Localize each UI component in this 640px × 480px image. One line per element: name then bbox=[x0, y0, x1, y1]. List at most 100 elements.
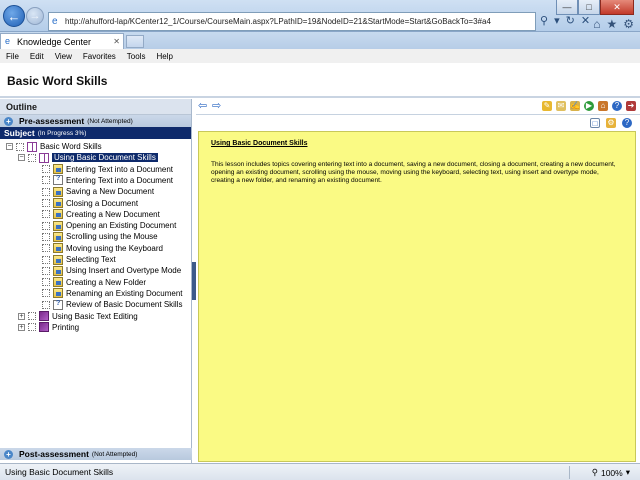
pre-assessment-row[interactable]: + Pre-assessment (Not Attempted) bbox=[0, 115, 191, 127]
pre-assessment-status: (Not Attempted) bbox=[87, 117, 133, 125]
tree-item[interactable]: − Basic Word Skills bbox=[6, 141, 102, 152]
progress-checkbox bbox=[42, 199, 50, 207]
topic-icon bbox=[53, 198, 63, 208]
menu-file[interactable]: File bbox=[6, 52, 19, 61]
exit-icon[interactable]: ➜ bbox=[626, 101, 636, 111]
zoom-icon: ⚲ bbox=[591, 467, 598, 477]
tree-item-label: Entering Text into a Document bbox=[66, 164, 174, 174]
tree-item[interactable]: Entering Text into a Document bbox=[32, 175, 173, 186]
forward-button[interactable]: → bbox=[26, 7, 44, 25]
tree-item[interactable]: Renaming an Existing Document bbox=[32, 288, 183, 299]
book-icon bbox=[39, 311, 49, 321]
lesson-body: This lesson includes topics covering ent… bbox=[211, 161, 616, 184]
go-icon[interactable]: ▶ bbox=[584, 101, 594, 111]
subject-row[interactable]: Subject (In Progress 3%) bbox=[0, 127, 191, 139]
post-assessment-row[interactable]: + Post-assessment (Not Attempted) bbox=[0, 448, 192, 460]
tree-item[interactable]: Creating a New Document bbox=[32, 209, 160, 220]
content-panel: ⇦ ⇨ ✎ ✉ ✍ ▶ ⌂ ? ➜ □ ⚙ ? Using Basic Docu… bbox=[196, 99, 640, 463]
maximize-button[interactable]: □ bbox=[578, 0, 600, 15]
gear-icon[interactable]: ⚙ bbox=[623, 17, 634, 31]
minimize-button[interactable]: — bbox=[556, 0, 578, 15]
discussion-icon[interactable]: ✍ bbox=[570, 101, 580, 111]
tree-item[interactable]: Review of Basic Document Skills bbox=[32, 299, 182, 310]
previous-arrow-icon[interactable]: ⇦ bbox=[198, 101, 210, 112]
tree-item[interactable]: Using Insert and Overtype Mode bbox=[32, 265, 181, 276]
next-arrow-icon[interactable]: ⇨ bbox=[212, 101, 224, 112]
tree-item[interactable]: Scrolling using the Mouse bbox=[32, 231, 158, 242]
expand-icon[interactable]: + bbox=[18, 312, 25, 320]
dropdown-icon[interactable]: ▾ bbox=[554, 14, 560, 27]
menu-tools[interactable]: Tools bbox=[127, 52, 146, 61]
refresh-icon[interactable]: ↻ bbox=[566, 14, 575, 27]
tree-item-label: Closing a Document bbox=[66, 198, 139, 208]
collapse-icon[interactable]: − bbox=[6, 143, 13, 150]
expand-plus-icon[interactable]: + bbox=[4, 449, 13, 459]
progress-checkbox bbox=[42, 244, 50, 253]
tree-item-label: Saving a New Document bbox=[66, 187, 155, 197]
tree-item-label: Selecting Text bbox=[66, 255, 116, 264]
progress-checkbox bbox=[28, 153, 36, 162]
back-button[interactable]: ← bbox=[3, 5, 25, 27]
menu-favorites[interactable]: Favorites bbox=[83, 52, 116, 61]
tree-item[interactable]: Entering Text into a Document bbox=[32, 164, 173, 175]
tree-item[interactable]: Closing a Document bbox=[32, 198, 138, 209]
window-icon[interactable]: □ bbox=[590, 118, 600, 128]
subtoolbar-icons: □ ⚙ ? bbox=[590, 118, 632, 128]
stop-icon[interactable]: ✕ bbox=[581, 14, 590, 27]
address-bar[interactable]: e http://ahufford-lap/KCenter12_1/Course… bbox=[48, 12, 536, 31]
progress-checkbox bbox=[42, 289, 50, 298]
lesson-content: Using Basic Document Skills This lesson … bbox=[198, 131, 636, 462]
new-tab-button[interactable] bbox=[126, 35, 144, 48]
help-icon[interactable]: ? bbox=[622, 118, 632, 128]
chevron-down-icon[interactable]: ▾ bbox=[626, 467, 630, 478]
tree-item[interactable]: Opening an Existing Document bbox=[32, 220, 176, 231]
zoom-level: 100% bbox=[600, 467, 623, 478]
tree-item[interactable]: + Using Basic Text Editing bbox=[18, 311, 138, 322]
browser-titlebar: ← → e http://ahufford-lap/KCenter12_1/Co… bbox=[0, 0, 640, 32]
close-button[interactable]: ✕ bbox=[600, 0, 634, 15]
search-icon[interactable]: ⚲ bbox=[540, 14, 548, 27]
home-icon[interactable]: ⌂ bbox=[598, 101, 608, 111]
settings-icon[interactable]: ⚙ bbox=[606, 118, 616, 128]
tree-item-label: Using Basic Text Editing bbox=[52, 311, 138, 321]
content-toolbar: ⇦ ⇨ ✎ ✉ ✍ ▶ ⌂ ? ➜ bbox=[196, 99, 640, 115]
topic-icon bbox=[53, 265, 63, 276]
tree-item[interactable]: Saving a New Document bbox=[32, 186, 154, 197]
tree-item[interactable]: Selecting Text bbox=[32, 254, 116, 265]
help-icon[interactable]: ? bbox=[612, 101, 622, 111]
status-bar: Using Basic Document Skills ⚲ 100% ▾ bbox=[0, 463, 640, 480]
tree-item[interactable]: − Using Basic Document Skills bbox=[18, 152, 158, 163]
tree-item-label: Creating a New Document bbox=[66, 209, 160, 219]
tree-item[interactable]: Creating a New Folder bbox=[32, 277, 146, 288]
expand-plus-icon[interactable]: + bbox=[4, 116, 13, 126]
tab-close-icon[interactable]: ✕ bbox=[113, 37, 120, 46]
menu-view[interactable]: View bbox=[55, 52, 72, 61]
pre-assessment-title: Pre-assessment bbox=[19, 116, 85, 126]
outline-tree: − Basic Word Skills − Using Basic Document … bbox=[0, 139, 191, 449]
home-icon[interactable]: ⌂ bbox=[593, 17, 600, 31]
tree-item-label: Using Basic Document Skills bbox=[52, 153, 158, 163]
zoom-control[interactable]: ⚲ 100% ▾ bbox=[592, 467, 630, 478]
collapse-icon[interactable]: − bbox=[18, 154, 25, 162]
tab-knowledge-center[interactable]: e Knowledge Center ✕ bbox=[0, 33, 124, 49]
tree-item[interactable]: + Printing bbox=[18, 322, 79, 333]
topic-icon bbox=[53, 220, 63, 231]
progress-checkbox bbox=[42, 278, 50, 287]
tree-item[interactable]: Moving using the Keyboard bbox=[32, 243, 163, 254]
comment-icon[interactable]: ✉ bbox=[556, 101, 566, 111]
menu-help[interactable]: Help bbox=[156, 52, 172, 61]
menu-edit[interactable]: Edit bbox=[30, 52, 44, 61]
notes-icon[interactable]: ✎ bbox=[542, 101, 552, 111]
ie-tab-icon: e bbox=[5, 36, 11, 46]
expand-icon[interactable]: + bbox=[18, 323, 25, 331]
favorites-icon[interactable]: ★ bbox=[606, 17, 617, 31]
tree-item-label: Using Insert and Overtype Mode bbox=[66, 266, 182, 276]
topic-icon bbox=[53, 231, 63, 242]
